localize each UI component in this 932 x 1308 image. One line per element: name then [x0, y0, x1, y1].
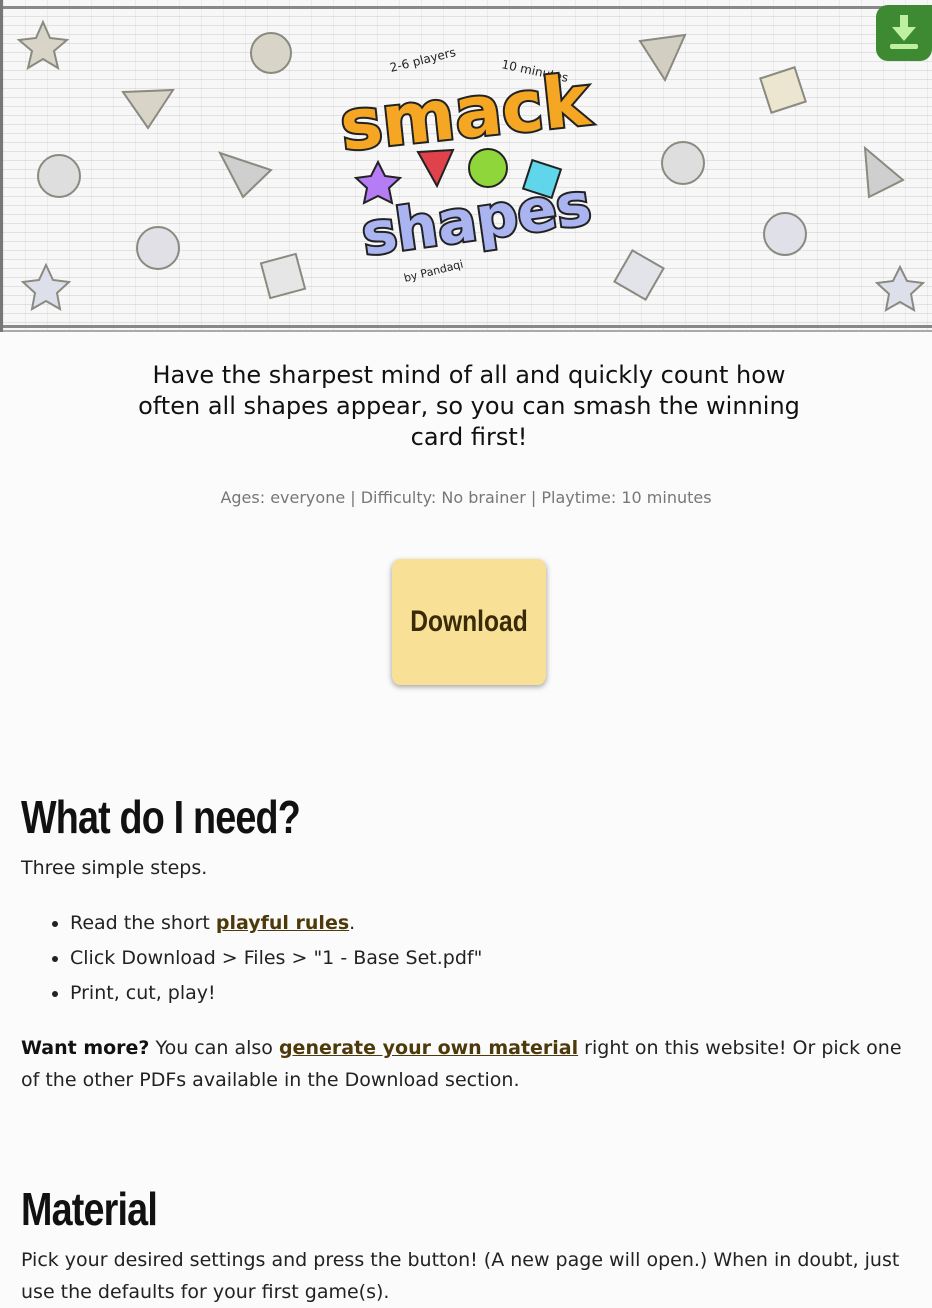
step-text: .: [349, 912, 356, 934]
step-text: Read the short: [70, 912, 216, 934]
need-subtitle: Three simple steps.: [21, 857, 208, 879]
want-more-text: You can also: [149, 1037, 279, 1059]
banner-bottom-border: [3, 325, 932, 328]
want-more-paragraph: Want more? You can also generate your ow…: [21, 1032, 911, 1096]
triangle-shape: [638, 33, 687, 83]
game-logo: 2-6 players 10 minutes smack shapes by P…: [334, 45, 597, 285]
triangle-shape: [217, 151, 273, 199]
star-shape: [20, 262, 72, 311]
circle-shape: [250, 32, 292, 74]
square-shape: [259, 252, 307, 300]
circle-shape: [763, 212, 807, 256]
want-more-label: Want more?: [21, 1037, 150, 1059]
star-shape: [16, 19, 70, 71]
section-heading-need: What do I need?: [21, 791, 301, 843]
circle-shape: [37, 154, 81, 198]
logo-players: 2-6 players: [388, 45, 457, 75]
material-description: Pick your desired settings and press the…: [21, 1249, 900, 1303]
banner-bottom-line: [3, 330, 932, 332]
playful-rules-link[interactable]: playful rules: [216, 912, 349, 934]
circle-shape: [136, 226, 180, 270]
hero-banner: 2-6 players 10 minutes smack shapes by P…: [0, 0, 932, 332]
steps-list: Read the short playful rules. Click Down…: [21, 906, 482, 1011]
star-shape: [874, 264, 926, 312]
list-item: Click Download > Files > "1 - Base Set.p…: [70, 941, 482, 976]
download-arrow-icon: [890, 15, 918, 49]
intro-text: Have the sharpest mind of all and quickl…: [138, 361, 800, 451]
generate-material-link[interactable]: generate your own material: [279, 1037, 578, 1059]
logo-word-smack: smack: [336, 59, 595, 167]
game-meta-line: Ages: everyone | Difficulty: No brainer …: [220, 488, 712, 507]
section-heading-material: Material: [21, 1183, 158, 1235]
list-item: Read the short playful rules.: [70, 906, 482, 941]
logo-triangle: [416, 148, 455, 189]
download-button[interactable]: Download: [391, 559, 547, 685]
triangle-shape: [863, 145, 905, 199]
square-shape: [759, 66, 807, 114]
list-item: Print, cut, play!: [70, 976, 482, 1011]
corner-download-button[interactable]: [876, 5, 932, 61]
circle-shape: [661, 141, 705, 185]
square-shape: [613, 249, 665, 301]
triangle-shape: [121, 88, 175, 130]
